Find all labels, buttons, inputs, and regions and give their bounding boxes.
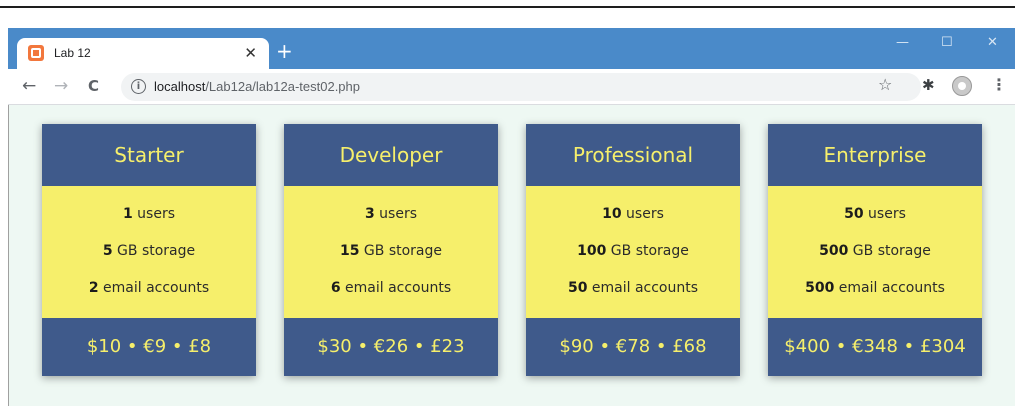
new-tab-icon[interactable]: +	[276, 41, 293, 61]
maximize-icon[interactable]: ☐	[941, 35, 953, 50]
feature-storage: 500 GB storage	[819, 243, 931, 259]
extensions-puzzle-icon[interactable]: ✱	[922, 76, 935, 94]
plan-features: 50 users 500 GB storage 500 email accoun…	[768, 186, 982, 318]
url-host: localhost	[154, 79, 206, 94]
feature-email: 50 email accounts	[567, 280, 699, 296]
forward-arrow-icon[interactable]: →	[54, 76, 68, 96]
plan-features: 1 users 5 GB storage 2 email accounts	[42, 186, 256, 318]
top-border	[0, 0, 1015, 8]
plan-name: Developer	[284, 124, 498, 186]
plan-card-professional: Professional 10 users 100 GB storage 50 …	[526, 124, 740, 376]
info-icon[interactable]: i	[131, 79, 146, 94]
plan-name: Starter	[42, 124, 256, 186]
bookmark-star-icon[interactable]: ☆	[878, 75, 892, 94]
plan-name: Enterprise	[768, 124, 982, 186]
feature-users: 3 users	[364, 206, 418, 222]
more-menu-icon[interactable]: ⋮	[991, 75, 1007, 94]
xampp-favicon-icon	[28, 45, 44, 61]
plan-price: $90 • €78 • £68	[526, 318, 740, 376]
profile-avatar[interactable]	[952, 76, 972, 96]
browser-window: Lab 12 ✕ + — ☐ ✕ ← → C i localhost/Lab12…	[8, 8, 1015, 406]
feature-storage: 100 GB storage	[577, 243, 689, 259]
feature-email: 2 email accounts	[88, 280, 210, 296]
plan-card-enterprise: Enterprise 50 users 500 GB storage 500 e…	[768, 124, 982, 376]
address-bar[interactable]: i localhost/Lab12a/lab12a-test02.php	[121, 73, 921, 101]
feature-storage: 5 GB storage	[102, 243, 196, 259]
minimize-icon[interactable]: —	[896, 35, 909, 50]
plan-card-starter: Starter 1 users 5 GB storage 2 email acc…	[42, 124, 256, 376]
reload-icon[interactable]: C	[88, 76, 99, 96]
feature-users: 1 users	[122, 206, 176, 222]
tab-title: Lab 12	[54, 46, 91, 60]
url-path: /Lab12a/lab12a-test02.php	[205, 79, 360, 94]
page-viewport: Starter 1 users 5 GB storage 2 email acc…	[8, 105, 1015, 406]
plan-name: Professional	[526, 124, 740, 186]
window-close-icon[interactable]: ✕	[987, 35, 998, 50]
plan-features: 10 users 100 GB storage 50 email account…	[526, 186, 740, 318]
browser-tab[interactable]: Lab 12 ✕	[17, 38, 269, 69]
plan-price: $400 • €348 • £304	[768, 318, 982, 376]
feature-storage: 15 GB storage	[339, 243, 443, 259]
plan-price: $10 • €9 • £8	[42, 318, 256, 376]
feature-email: 6 email accounts	[330, 280, 452, 296]
feature-users: 50 users	[844, 206, 906, 222]
tab-close-icon[interactable]: ✕	[244, 44, 257, 62]
url-text[interactable]: localhost/Lab12a/lab12a-test02.php	[154, 79, 360, 94]
feature-users: 10 users	[602, 206, 664, 222]
feature-email: 500 email accounts	[805, 280, 945, 296]
plan-card-developer: Developer 3 users 15 GB storage 6 email …	[284, 124, 498, 376]
browser-toolbar: ← → C i localhost/Lab12a/lab12a-test02.p…	[8, 69, 1015, 105]
plan-price: $30 • €26 • £23	[284, 318, 498, 376]
plan-features: 3 users 15 GB storage 6 email accounts	[284, 186, 498, 318]
back-arrow-icon[interactable]: ←	[22, 76, 36, 96]
